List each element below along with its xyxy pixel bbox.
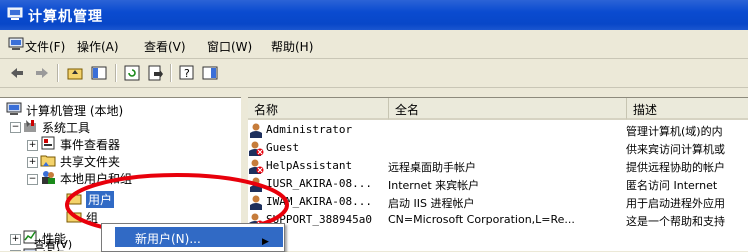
user-fullname-cell: 启动 IIS 进程帐户 (388, 197, 475, 210)
user-icon (250, 123, 262, 138)
up-folder-icon[interactable] (66, 64, 84, 82)
table-row[interactable]: Administrator 管理计算机(域)的内 (248, 121, 748, 139)
window-title-bar[interactable]: 计算机管理 (0, 0, 748, 30)
user-description-cell: 匿名访问 Internet (626, 179, 718, 192)
svg-text:?: ? (184, 67, 190, 80)
user-fullname-cell: 远程桌面助手帐户 (388, 161, 476, 174)
column-header-label: 描述 (633, 103, 658, 117)
user-description-cell: 管理计算机(域)的内 (626, 125, 723, 138)
menu-file[interactable]: 文件(F) (25, 38, 65, 55)
collapse-toggle[interactable]: − (27, 174, 38, 185)
user-fullname-cell: Internet 来宾帐户 (388, 179, 480, 192)
menu-action[interactable]: 操作(A) (77, 38, 119, 55)
user-fullname-cell: CN=Microsoft Corporation,L=Re... (388, 213, 575, 226)
show-tree-icon[interactable] (90, 64, 108, 82)
menu-window[interactable]: 窗口(W) (207, 38, 252, 55)
shared-folder-icon (40, 155, 56, 167)
expand-toggle[interactable]: + (10, 234, 21, 245)
tree-label-shared-folders: 共享文件夹 (60, 155, 121, 169)
toolbar-separator (115, 64, 117, 82)
user-description-cell: 提供远程协助的帐户 (626, 161, 725, 174)
column-header-label: 名称 (254, 103, 279, 117)
console-icon[interactable] (201, 64, 219, 82)
user-list-pane: 名称 全名 描述 Administrator 管理计算机(域)的内 Guest … (248, 97, 748, 251)
column-header-description[interactable]: 描述 (627, 98, 748, 120)
computer-management-icon (7, 7, 23, 20)
event-viewer-icon (41, 136, 55, 150)
computer-icon (6, 102, 22, 115)
toolbar-separator (57, 64, 59, 82)
collapse-toggle[interactable]: − (10, 122, 21, 133)
context-menu-new-user[interactable]: 新用户(N)... (115, 227, 283, 247)
toolbar: ? (0, 59, 748, 88)
tree-label-root: 计算机管理 (本地) (26, 104, 124, 118)
toolbar-separator (170, 64, 172, 82)
column-header-fullname[interactable]: 全名 (389, 98, 627, 120)
forward-icon[interactable] (33, 64, 51, 82)
menu-view[interactable]: 查看(V) (144, 38, 186, 55)
table-row[interactable]: Guest 供来宾访问计算机或 (248, 139, 748, 157)
expand-toggle[interactable]: + (27, 140, 38, 151)
table-row[interactable]: SUPPORT_388945a0 CN=Microsoft Corporatio… (248, 211, 748, 229)
user-name-cell: Administrator (266, 123, 353, 136)
user-description-cell: 供来宾访问计算机或 (626, 143, 725, 156)
table-row[interactable]: HelpAssistant 远程桌面助手帐户 提供远程协助的帐户 (248, 157, 748, 175)
tree-label-event-viewer: 事件查看器 (60, 138, 121, 152)
column-header-label: 全名 (395, 103, 420, 117)
export-icon[interactable] (146, 64, 164, 82)
user-description-cell: 这是一个帮助和支持 (626, 215, 725, 228)
expand-toggle[interactable]: + (10, 250, 21, 251)
tools-icon (24, 120, 36, 132)
user-description-cell: 用于启动进程外应用 (626, 197, 725, 210)
expand-toggle[interactable]: + (27, 157, 38, 168)
refresh-icon[interactable] (123, 64, 141, 82)
column-header-name[interactable]: 名称 (248, 98, 389, 120)
system-menu-icon[interactable] (8, 37, 24, 51)
table-row[interactable]: IWAM_AKIRA-08... 启动 IIS 进程帐户 用于启动进程外应用 (248, 193, 748, 211)
help-icon[interactable]: ? (178, 64, 196, 82)
context-menu: 新用户(N)... (101, 223, 285, 252)
table-row[interactable]: IUSR_AKIRA-08... Internet 来宾帐户 匿名访问 Inte… (248, 175, 748, 193)
disabled-user-icon (249, 141, 264, 156)
user-name-cell: Guest (266, 141, 300, 154)
window-title: 计算机管理 (28, 9, 103, 25)
menu-bar: 文件(F) 操作(A) 查看(V) 窗口(W) 帮助(H) (0, 32, 748, 59)
tree-label-system-tools: 系统工具 (42, 121, 91, 135)
back-icon[interactable] (8, 64, 26, 82)
users-group-icon (42, 171, 55, 184)
context-menu-new-user-label: 新用户(N)... (135, 232, 201, 246)
menu-help[interactable]: 帮助(H) (271, 38, 313, 55)
submenu-arrow-icon: ▶ (262, 237, 269, 247)
